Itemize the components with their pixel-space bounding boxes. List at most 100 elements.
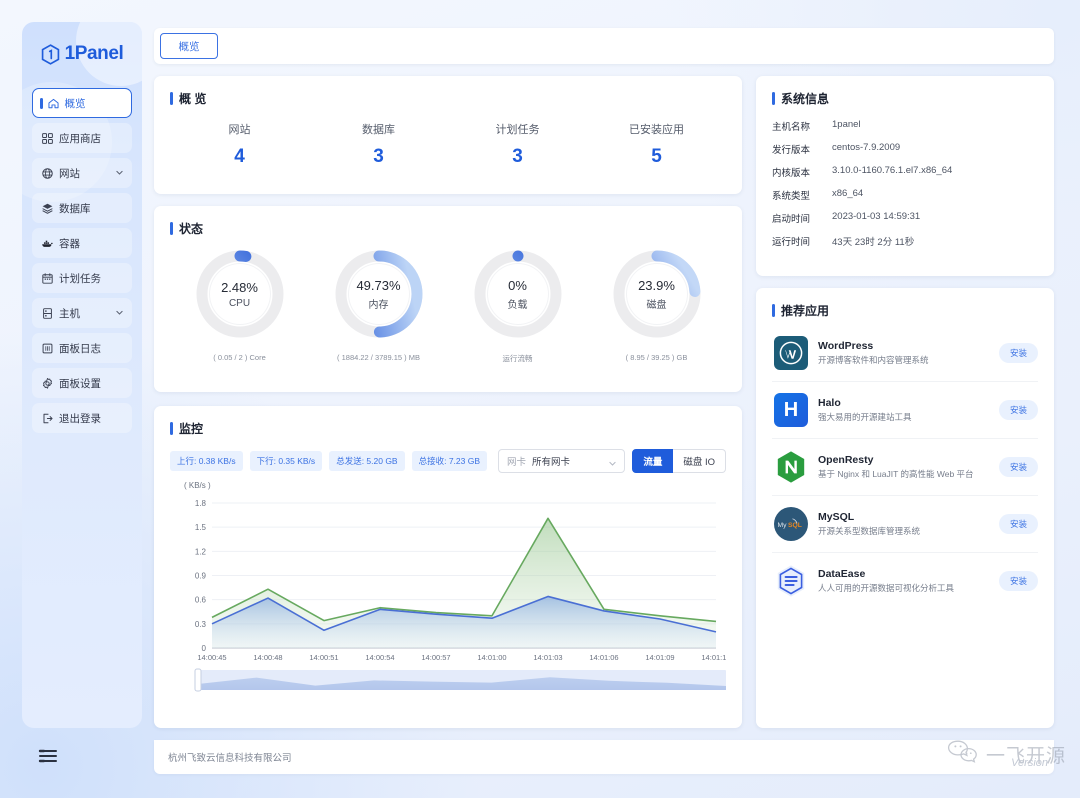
gauge-cpu: 2.48% CPU ( 0.05 / 2 ) Core — [170, 247, 309, 364]
svg-text:14:00:54: 14:00:54 — [365, 653, 394, 662]
stat-label: 网站 — [170, 121, 309, 137]
app-name: OpenResty — [818, 454, 989, 466]
install-button[interactable]: 安装 — [999, 457, 1038, 477]
system-info-title: 系统信息 — [772, 90, 1038, 107]
app-name: Halo — [818, 397, 989, 409]
nic-select[interactable]: 网卡 所有网卡 — [498, 449, 625, 473]
svg-text:0.9: 0.9 — [195, 572, 207, 581]
tab-label: 概览 — [179, 39, 200, 54]
sidebar-item-cron[interactable]: 计划任务 — [32, 263, 132, 293]
sidebar-item-app-store[interactable]: 应用商店 — [32, 123, 132, 153]
brand-logo[interactable]: 1Panel — [22, 32, 142, 76]
1panel-dashboard: 1Panel 概览 应用商店 网站 — [0, 0, 1080, 798]
svg-text:14:00:51: 14:00:51 — [309, 653, 338, 662]
gauge-percent: 0% — [508, 278, 527, 293]
sidebar-item-container[interactable]: 容器 — [32, 228, 132, 258]
app-meta: Halo 强大易用的开源建站工具 — [818, 397, 989, 423]
sidebar-item-label: 退出登录 — [59, 411, 101, 426]
overview-title-text: 概 览 — [179, 90, 206, 107]
recommended-apps-title-text: 推荐应用 — [781, 302, 829, 319]
sidebar-item-label: 计划任务 — [59, 271, 101, 286]
row-value: 43天 23时 2分 11秒 — [832, 234, 914, 248]
tab-bar: 概览 — [154, 28, 1054, 64]
collapse-menu-icon[interactable] — [38, 748, 58, 764]
svg-text:14:00:48: 14:00:48 — [253, 653, 282, 662]
overview-stat-websites[interactable]: 网站 4 — [170, 121, 309, 168]
chevron-down-icon — [115, 168, 124, 180]
recommended-apps-list: WordPress 开源博客软件和内容管理系统 安装 H Halo 强大易用的开… — [772, 325, 1038, 609]
row-value: 1panel — [832, 119, 861, 133]
gauge-center-disk: 23.9% 磁盘 — [626, 263, 688, 325]
row-key: 主机名称 — [772, 119, 832, 133]
install-button[interactable]: 安装 — [999, 400, 1038, 420]
app-row-halo[interactable]: H Halo 强大易用的开源建站工具 安装 — [772, 382, 1038, 439]
footer: 杭州飞致云信息科技有限公司 — [154, 740, 1054, 774]
svg-text:0.3: 0.3 — [195, 620, 207, 629]
segment-disk-io[interactable]: 磁盘 IO — [673, 449, 726, 473]
row-value: 2023-01-03 14:59:31 — [832, 211, 920, 225]
openresty-icon — [774, 450, 808, 484]
row-key: 内核版本 — [772, 165, 832, 179]
badge-total-sent: 总发送: 5.20 GB — [329, 451, 404, 471]
svg-text:14:01:03: 14:01:03 — [533, 653, 562, 662]
stat-label: 已安装应用 — [587, 121, 726, 137]
svg-text:14:00:57: 14:00:57 — [421, 653, 450, 662]
chart-canvas[interactable]: 1.81.51.20.90.60.30 14:00:4514:00:4814:0… — [170, 481, 726, 706]
app-row-openresty[interactable]: OpenResty 基于 Nginx 和 LuaJIT 的高性能 Web 平台 … — [772, 439, 1038, 496]
traffic-chart[interactable]: ( KB/s ) 1.81. — [170, 481, 726, 706]
gauge-label: CPU — [229, 298, 250, 309]
sidebar-item-logout[interactable]: 退出登录 — [32, 403, 132, 433]
monitor-mode-toggle: 流量 磁盘 IO — [632, 449, 726, 473]
app-row-mysql[interactable]: My SQL MySQL 开源关系型数据库管理系统 安装 — [772, 496, 1038, 553]
sidebar: 1Panel 概览 应用商店 网站 — [22, 22, 142, 728]
overview-stat-installed-apps[interactable]: 已安装应用 5 — [587, 121, 726, 168]
system-info-row-hostname: 主机名称 1panel — [772, 119, 1038, 133]
sidebar-item-label: 概览 — [65, 96, 86, 111]
status-card: 状态 2.48% CPU — [154, 206, 742, 392]
log-icon — [41, 342, 54, 355]
badge-download-rate: 下行: 0.35 KB/s — [250, 451, 323, 471]
status-card-title: 状态 — [170, 220, 726, 237]
gauge-percent: 23.9% — [638, 278, 675, 293]
system-info-row-release: 发行版本 centos-7.9.2009 — [772, 142, 1038, 156]
system-info-row-arch: 系统类型 x86_64 — [772, 188, 1038, 202]
status-title-text: 状态 — [179, 220, 203, 237]
sidebar-item-panel-log[interactable]: 面板日志 — [32, 333, 132, 363]
overview-card-title: 概 览 — [170, 90, 726, 107]
segment-traffic[interactable]: 流量 — [632, 449, 673, 473]
gauge-disk: 23.9% 磁盘 ( 8.95 / 39.25 ) GB — [587, 247, 726, 364]
svg-text:My: My — [778, 522, 788, 529]
sidebar-item-label: 面板日志 — [59, 341, 101, 356]
logout-icon — [41, 412, 54, 425]
svg-text:14:01:12: 14:01:12 — [701, 653, 726, 662]
gauge-ring-load: 0% 负载 — [471, 247, 565, 341]
overview-card: 概 览 网站 4 数据库 3 计划任务 3 已安装应用 5 — [154, 76, 742, 194]
app-row-dataease[interactable]: DataEase 人人可用的开源数据可视化分析工具 安装 — [772, 553, 1038, 609]
gauge-sub-disk: ( 8.95 / 39.25 ) GB — [626, 353, 688, 362]
app-description: 开源博客软件和内容管理系统 — [818, 355, 989, 366]
overview-stat-databases[interactable]: 数据库 3 — [309, 121, 448, 168]
install-button[interactable]: 安装 — [999, 343, 1038, 363]
sidebar-item-host[interactable]: 主机 — [32, 298, 132, 328]
system-info-row-boot-time: 启动时间 2023-01-03 14:59:31 — [772, 211, 1038, 225]
overview-stat-cron[interactable]: 计划任务 3 — [448, 121, 587, 168]
sidebar-item-website[interactable]: 网站 — [32, 158, 132, 188]
app-row-wordpress[interactable]: WordPress 开源博客软件和内容管理系统 安装 — [772, 325, 1038, 382]
sidebar-item-overview[interactable]: 概览 — [32, 88, 132, 118]
sidebar-item-database[interactable]: 数据库 — [32, 193, 132, 223]
tab-overview[interactable]: 概览 — [160, 33, 218, 59]
monitor-card: 监控 上行: 0.38 KB/s 下行: 0.35 KB/s 总发送: 5.20… — [154, 406, 742, 728]
sidebar-item-label: 主机 — [59, 306, 80, 321]
install-button[interactable]: 安装 — [999, 571, 1038, 591]
grid-apps-icon — [41, 132, 54, 145]
app-meta: MySQL 开源关系型数据库管理系统 — [818, 511, 989, 537]
halo-icon: H — [774, 393, 808, 427]
install-button[interactable]: 安装 — [999, 514, 1038, 534]
globe-icon — [41, 167, 54, 180]
app-meta: WordPress 开源博客软件和内容管理系统 — [818, 340, 989, 366]
sidebar-item-panel-settings[interactable]: 面板设置 — [32, 368, 132, 398]
gauge-center-memory: 49.73% 内存 — [348, 263, 410, 325]
gauge-sub-cpu: ( 0.05 / 2 ) Core — [213, 353, 266, 362]
title-accent-bar — [772, 92, 775, 105]
title-accent-bar — [772, 304, 775, 317]
